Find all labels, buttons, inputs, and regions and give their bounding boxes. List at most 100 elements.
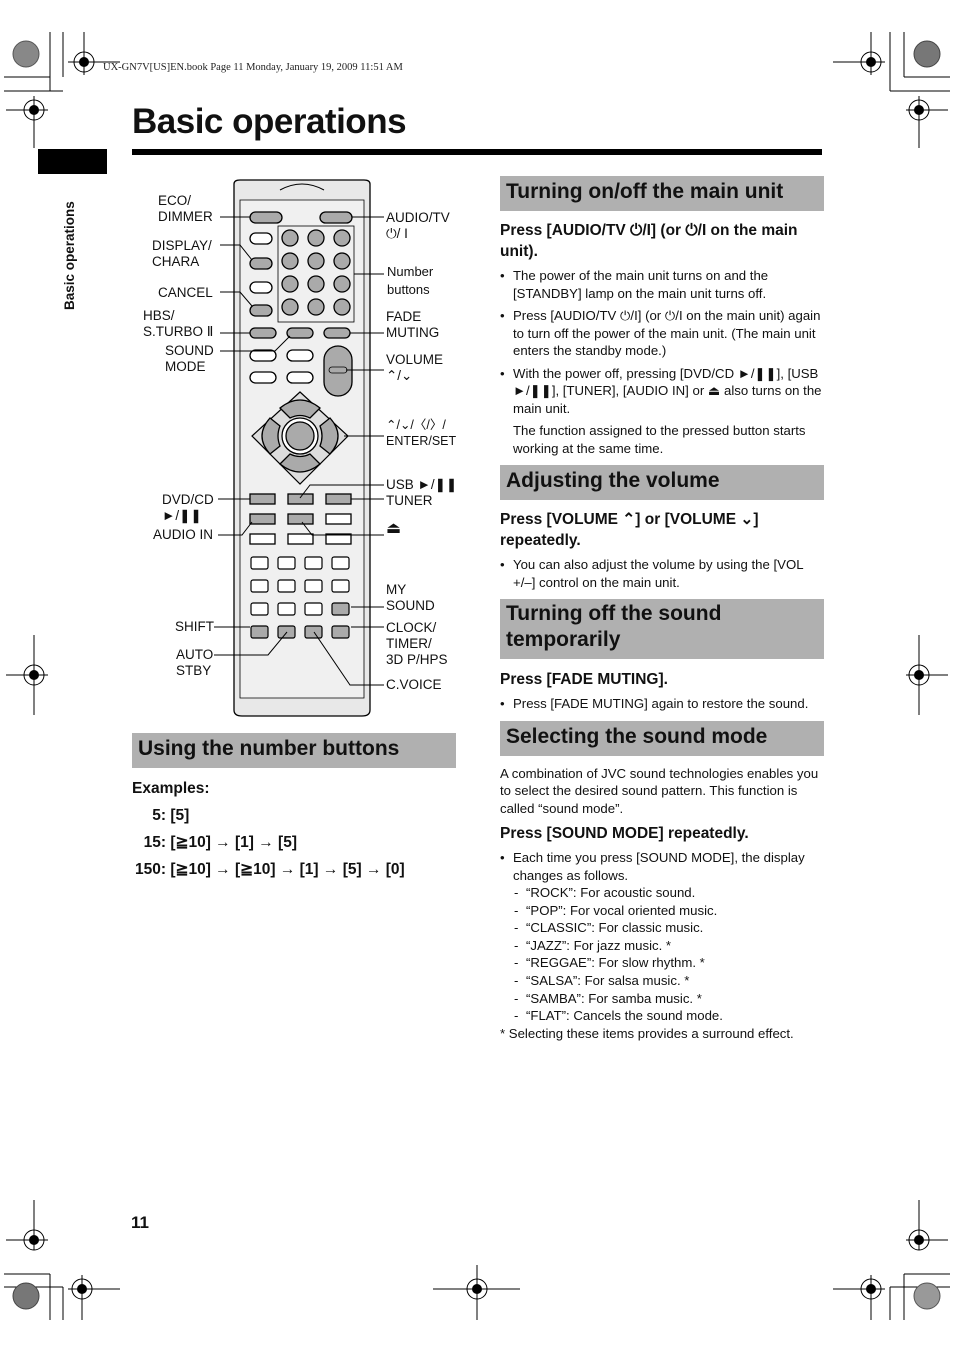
display-chara-button <box>249 257 273 270</box>
label-cursor-enter-set: ⌃/⌄/〈/〉/ ENTER/SET <box>386 418 457 448</box>
number-button <box>333 229 351 247</box>
example-row: 5: [5] <box>152 807 190 824</box>
section-tab-marker <box>38 149 107 174</box>
remote-button <box>304 556 323 570</box>
clock-timer-button <box>331 625 350 639</box>
sound-mode-item: “CLASSIC”: For classic music. <box>513 919 824 937</box>
section-heading: Selecting the sound mode <box>500 720 824 756</box>
side-tab-label: Basic operations <box>62 201 77 310</box>
remote-button <box>277 602 296 616</box>
sound-mode-list: “ROCK”: For acoustic sound. “POP”: For v… <box>513 884 824 1025</box>
right-column: Turning on/off the main unit Press [AUDI… <box>500 176 824 1042</box>
bullet-item: You can also adjust the volume by using … <box>500 556 824 591</box>
sound-mode-item: “ROCK”: For acoustic sound. <box>513 884 824 902</box>
bullet-list: The power of the main unit turns on and … <box>500 267 824 417</box>
cancel-button <box>249 304 273 317</box>
label-display-chara: DISPLAY/ CHARA <box>152 238 212 269</box>
label-shift: SHIFT <box>175 619 214 634</box>
label-fade-muting: FADE MUTING <box>386 309 440 340</box>
label-audio-tv: AUDIO/TV ⏻/ I <box>386 210 450 241</box>
label-tuner: TUNER <box>386 493 433 508</box>
remote-button <box>277 579 296 593</box>
label-number-buttons: Number buttons <box>387 264 434 297</box>
number-button <box>281 229 299 247</box>
label-usb-play: USB ►/❚❚ <box>386 477 458 492</box>
sound-mode-item: “JAZZ”: For jazz music. * <box>513 937 824 955</box>
label-my-sound: MY SOUND <box>386 582 435 613</box>
label-dvd-cd: DVD/CD ►/❚❚ <box>162 492 214 523</box>
bullet-list: You can also adjust the volume by using … <box>500 556 824 591</box>
print-header: UX-GN7V[US]EN.book Page 11 Monday, Janua… <box>103 62 403 73</box>
eject-button <box>287 513 314 525</box>
sound-mode-item: “FLAT”: Cancels the sound mode. <box>513 1007 824 1025</box>
label-eco-dimmer: ECO/ DIMMER <box>158 193 213 224</box>
eco-dimmer-button <box>249 211 283 224</box>
sound-mode-section: Selecting the sound mode A combination o… <box>500 720 824 1043</box>
sound-mode-item: “REGGAE”: For slow rhythm. * <box>513 954 824 972</box>
sound-mode-item: “SALSA”: For salsa music. * <box>513 972 824 990</box>
label-hbs-sturbo: HBS/ S.TURBO Ⅱ <box>143 308 214 339</box>
bullet-item: Press [AUDIO/TV ⏻/I] (or ⏻/I on the main… <box>500 307 824 360</box>
number-button <box>333 275 351 293</box>
remote-button <box>304 602 323 616</box>
audio-tv-power-button <box>319 211 353 224</box>
audio-in-button <box>249 513 276 525</box>
bullet-item: Press [FADE MUTING] again to restore the… <box>500 695 824 713</box>
instruction: Press [FADE MUTING]. <box>500 671 668 688</box>
title-rule <box>132 149 822 155</box>
fade-muting-button <box>323 327 351 339</box>
section-heading: Adjusting the volume <box>500 465 824 500</box>
remote-button <box>331 556 350 570</box>
remote-button <box>277 556 296 570</box>
bullet-item: With the power off, pressing [DVD/CD ►/❚… <box>500 365 824 418</box>
instruction: Press [SOUND MODE] repeatedly. <box>500 825 749 842</box>
remote-button <box>250 579 269 593</box>
number-button <box>333 298 351 316</box>
page-number: 11 <box>131 1213 149 1232</box>
label-volume: VOLUME ⌃/⌄ <box>386 352 444 383</box>
bullet-list: Each time you press [SOUND MODE], the di… <box>500 849 824 884</box>
shift-button <box>250 625 269 639</box>
examples-label: Examples: <box>132 780 210 797</box>
intro-paragraph: A combination of JVC sound technologies … <box>500 765 819 816</box>
label-eject: ⏏ <box>386 520 402 537</box>
number-button <box>307 229 325 247</box>
label-clock-timer: CLOCK/ TIMER/ 3D P/HPS <box>386 620 448 667</box>
number-button <box>281 298 299 316</box>
number-button <box>333 252 351 270</box>
examples-list: 5: [5] 15: [≧10] → [1] → [5] 150: [≧10] … <box>132 802 456 883</box>
instruction: Press [VOLUME ⌃] or [VOLUME ⌄] repeatedl… <box>500 511 759 549</box>
remote-button <box>250 556 269 570</box>
number-button <box>281 252 299 270</box>
sound-mode-button <box>286 327 314 339</box>
sound-mode-item: “SAMBA”: For samba music. * <box>513 990 824 1008</box>
section-heading: Using the number buttons <box>132 733 456 768</box>
bullet-list: Press [FADE MUTING] again to restore the… <box>500 695 824 713</box>
section-heading: Turning on/off the main unit <box>500 176 824 211</box>
muting-section: Turning off the sound temporarily Press … <box>500 599 824 713</box>
usb-play-button <box>287 493 314 505</box>
bullet-item: The power of the main unit turns on and … <box>500 267 824 302</box>
enter-set-button <box>285 421 315 451</box>
label-cancel: CANCEL <box>158 285 213 300</box>
remote-button <box>331 579 350 593</box>
label-audio-in: AUDIO IN <box>153 527 214 542</box>
example-row: 15: [≧10] → [1] → [5] <box>143 834 297 851</box>
footnote: * Selecting these items provides a surro… <box>500 1025 794 1041</box>
label-c-voice: C.VOICE <box>386 677 442 692</box>
example-row: 150: [≧10] → [≧10] → [1] → [5] → [0] <box>134 861 405 878</box>
bullet-item: Each time you press [SOUND MODE], the di… <box>500 849 824 884</box>
c-voice-button <box>304 625 323 639</box>
number-button <box>307 298 325 316</box>
number-button <box>281 275 299 293</box>
number-buttons-section: Using the number buttons Examples: 5: [5… <box>132 733 456 883</box>
my-sound-button <box>331 602 350 616</box>
volume-section: Adjusting the volume Press [VOLUME ⌃] or… <box>500 465 824 591</box>
tuner-button <box>325 493 352 505</box>
sound-mode-item: “POP”: For vocal oriented music. <box>513 902 824 920</box>
dvd-cd-play-button <box>249 493 276 505</box>
power-section: Turning on/off the main unit Press [AUDI… <box>500 176 824 457</box>
number-button <box>307 252 325 270</box>
note: The function assigned to the pressed but… <box>513 423 806 456</box>
hbs-sturbo-button <box>249 327 277 339</box>
